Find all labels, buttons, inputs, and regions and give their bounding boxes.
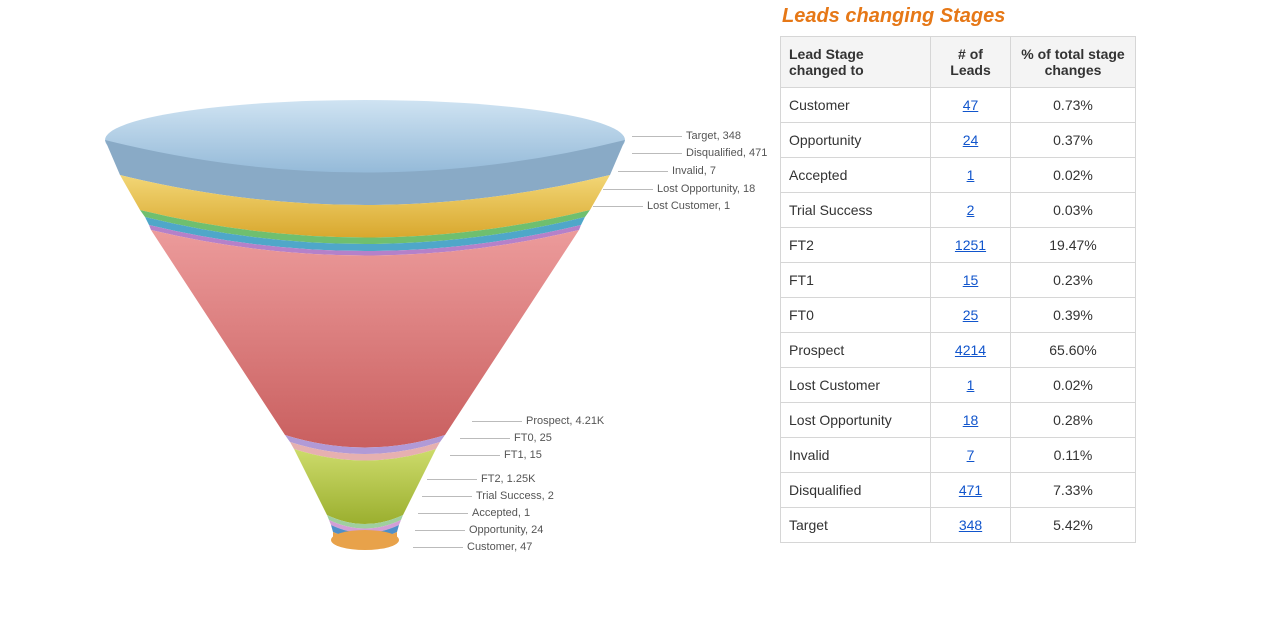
label-prospect: Prospect, 4.21K bbox=[472, 415, 604, 427]
leads-link[interactable]: 25 bbox=[963, 307, 979, 323]
th-leads: # of Leads bbox=[931, 37, 1011, 88]
funnel-chart: Target, 348 Disqualified, 471 Invalid, 7… bbox=[0, 0, 780, 628]
table-header-row: Lead Stage changed to # of Leads % of to… bbox=[781, 37, 1136, 88]
cell-pct: 0.02% bbox=[1011, 158, 1136, 193]
cell-pct: 0.11% bbox=[1011, 438, 1136, 473]
cell-stage: Opportunity bbox=[781, 123, 931, 158]
label-invalid: Invalid, 7 bbox=[618, 165, 716, 177]
leads-link[interactable]: 471 bbox=[959, 482, 982, 498]
label-trial-success: Trial Success, 2 bbox=[422, 490, 554, 502]
cell-leads: 18 bbox=[931, 403, 1011, 438]
cell-stage: FT2 bbox=[781, 228, 931, 263]
table-row: Trial Success 2 0.03% bbox=[781, 193, 1136, 228]
table-row: Lost Customer 1 0.02% bbox=[781, 368, 1136, 403]
leads-link[interactable]: 1251 bbox=[955, 237, 986, 253]
cell-pct: 0.28% bbox=[1011, 403, 1136, 438]
cell-stage: Accepted bbox=[781, 158, 931, 193]
th-stage: Lead Stage changed to bbox=[781, 37, 931, 88]
cell-stage: Lost Opportunity bbox=[781, 403, 931, 438]
cell-pct: 0.39% bbox=[1011, 298, 1136, 333]
leads-link[interactable]: 7 bbox=[967, 447, 975, 463]
cell-leads: 25 bbox=[931, 298, 1011, 333]
leads-table: Lead Stage changed to # of Leads % of to… bbox=[780, 36, 1136, 543]
cell-leads: 471 bbox=[931, 473, 1011, 508]
cell-stage: FT1 bbox=[781, 263, 931, 298]
leads-link[interactable]: 2 bbox=[967, 202, 975, 218]
cell-pct: 0.73% bbox=[1011, 88, 1136, 123]
cell-leads: 1 bbox=[931, 368, 1011, 403]
leads-link[interactable]: 47 bbox=[963, 97, 979, 113]
table-row: FT1 15 0.23% bbox=[781, 263, 1136, 298]
cell-pct: 7.33% bbox=[1011, 473, 1136, 508]
cell-leads: 348 bbox=[931, 508, 1011, 543]
table-row: FT0 25 0.39% bbox=[781, 298, 1136, 333]
table-row: Invalid 7 0.11% bbox=[781, 438, 1136, 473]
cell-leads: 1251 bbox=[931, 228, 1011, 263]
cell-stage: Invalid bbox=[781, 438, 931, 473]
cell-leads: 1 bbox=[931, 158, 1011, 193]
label-opportunity: Opportunity, 24 bbox=[415, 524, 543, 536]
cell-stage: FT0 bbox=[781, 298, 931, 333]
th-pct: % of total stage changes bbox=[1011, 37, 1136, 88]
table-title: Leads changing Stages bbox=[782, 5, 1140, 28]
cell-leads: 2 bbox=[931, 193, 1011, 228]
leads-link[interactable]: 348 bbox=[959, 517, 982, 533]
cell-pct: 0.23% bbox=[1011, 263, 1136, 298]
table-row: Disqualified 471 7.33% bbox=[781, 473, 1136, 508]
label-lost-customer: Lost Customer, 1 bbox=[593, 200, 730, 212]
cell-leads: 24 bbox=[931, 123, 1011, 158]
leads-link[interactable]: 4214 bbox=[955, 342, 986, 358]
cell-pct: 65.60% bbox=[1011, 333, 1136, 368]
cell-stage: Target bbox=[781, 508, 931, 543]
label-ft2: FT2, 1.25K bbox=[427, 473, 535, 485]
leads-link[interactable]: 24 bbox=[963, 132, 979, 148]
table-row: Customer 47 0.73% bbox=[781, 88, 1136, 123]
cell-pct: 5.42% bbox=[1011, 508, 1136, 543]
leads-link[interactable]: 1 bbox=[967, 167, 975, 183]
funnel-svg bbox=[85, 85, 645, 585]
label-customer: Customer, 47 bbox=[413, 541, 532, 553]
cell-stage: Disqualified bbox=[781, 473, 931, 508]
label-accepted: Accepted, 1 bbox=[418, 507, 530, 519]
cell-pct: 0.02% bbox=[1011, 368, 1136, 403]
cell-stage: Customer bbox=[781, 88, 931, 123]
label-disqualified: Disqualified, 471 bbox=[632, 147, 767, 159]
cell-leads: 15 bbox=[931, 263, 1011, 298]
cell-stage: Trial Success bbox=[781, 193, 931, 228]
cell-stage: Prospect bbox=[781, 333, 931, 368]
table-row: Prospect 4214 65.60% bbox=[781, 333, 1136, 368]
table-row: Lost Opportunity 18 0.28% bbox=[781, 403, 1136, 438]
label-lost-opportunity: Lost Opportunity, 18 bbox=[603, 183, 755, 195]
cell-stage: Lost Customer bbox=[781, 368, 931, 403]
cell-pct: 19.47% bbox=[1011, 228, 1136, 263]
leads-link[interactable]: 18 bbox=[963, 412, 979, 428]
table-row: FT2 1251 19.47% bbox=[781, 228, 1136, 263]
cell-pct: 0.37% bbox=[1011, 123, 1136, 158]
table-row: Target 348 5.42% bbox=[781, 508, 1136, 543]
cell-leads: 7 bbox=[931, 438, 1011, 473]
cell-leads: 4214 bbox=[931, 333, 1011, 368]
label-ft1: FT1, 15 bbox=[450, 449, 542, 461]
cell-pct: 0.03% bbox=[1011, 193, 1136, 228]
leads-link[interactable]: 1 bbox=[967, 377, 975, 393]
table-row: Accepted 1 0.02% bbox=[781, 158, 1136, 193]
leads-link[interactable]: 15 bbox=[963, 272, 979, 288]
cell-leads: 47 bbox=[931, 88, 1011, 123]
label-target: Target, 348 bbox=[632, 130, 741, 142]
table-row: Opportunity 24 0.37% bbox=[781, 123, 1136, 158]
label-ft0: FT0, 25 bbox=[460, 432, 552, 444]
